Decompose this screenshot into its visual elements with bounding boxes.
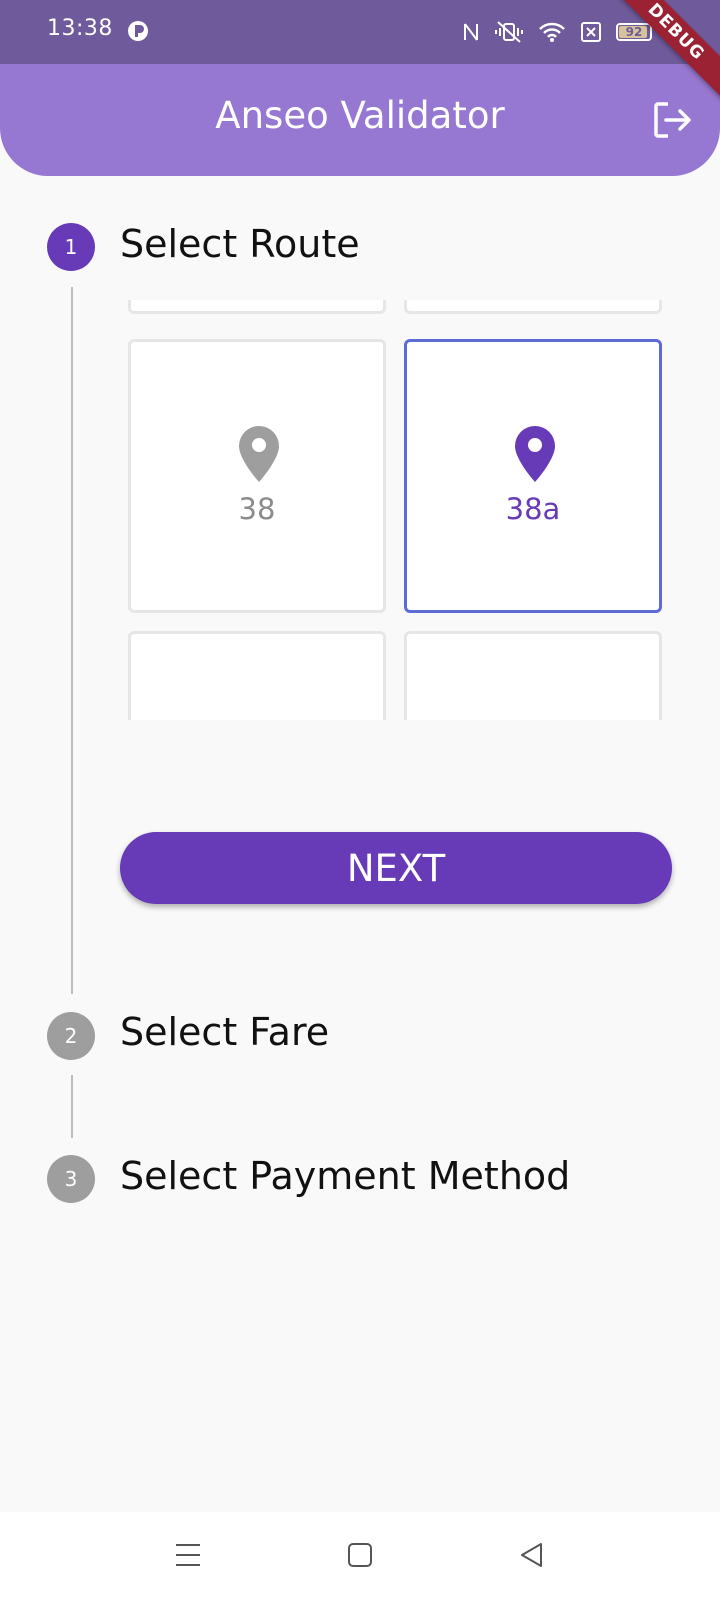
step-2-title[interactable]: Select Fare bbox=[120, 1010, 329, 1054]
nfc-icon bbox=[464, 23, 478, 41]
route-grid[interactable]: 38 38a bbox=[118, 300, 678, 720]
location-pin-icon bbox=[515, 426, 555, 482]
app-bar: Anseo Validator bbox=[0, 64, 720, 176]
step-1-indicator[interactable]: 1 bbox=[47, 223, 95, 271]
step-3-indicator[interactable]: 3 bbox=[47, 1155, 95, 1203]
step-1-title[interactable]: Select Route bbox=[120, 222, 360, 266]
route-card[interactable] bbox=[404, 300, 662, 314]
back-icon[interactable] bbox=[519, 1542, 545, 1568]
sim-icon bbox=[581, 22, 601, 42]
battery-icon: 92 bbox=[616, 23, 652, 41]
step-2-indicator[interactable]: 2 bbox=[47, 1012, 95, 1060]
route-label: 38 bbox=[238, 492, 276, 526]
step-connector-1 bbox=[71, 287, 73, 994]
logout-icon[interactable] bbox=[650, 98, 694, 142]
app-notification-icon bbox=[128, 21, 148, 41]
location-pin-icon bbox=[239, 426, 279, 482]
next-button[interactable]: NEXT bbox=[120, 832, 672, 904]
step-3-title[interactable]: Select Payment Method bbox=[120, 1154, 570, 1198]
route-label: 38a bbox=[505, 492, 561, 526]
status-time: 13:38 bbox=[47, 16, 113, 41]
system-nav-bar bbox=[0, 1512, 720, 1600]
vibrate-icon bbox=[495, 21, 523, 43]
app-title: Anseo Validator bbox=[215, 94, 505, 137]
battery-level: 92 bbox=[625, 25, 643, 39]
route-card[interactable] bbox=[128, 631, 386, 720]
step-connector-2 bbox=[71, 1075, 73, 1138]
home-icon[interactable] bbox=[347, 1542, 373, 1568]
status-bar: 13:38 92 bbox=[0, 0, 720, 64]
route-card[interactable] bbox=[404, 631, 662, 720]
menu-icon[interactable] bbox=[175, 1542, 201, 1568]
wifi-icon bbox=[539, 22, 565, 42]
route-card[interactable] bbox=[128, 300, 386, 314]
route-card-38[interactable]: 38 bbox=[128, 339, 386, 613]
route-card-38a[interactable]: 38a bbox=[404, 339, 662, 613]
